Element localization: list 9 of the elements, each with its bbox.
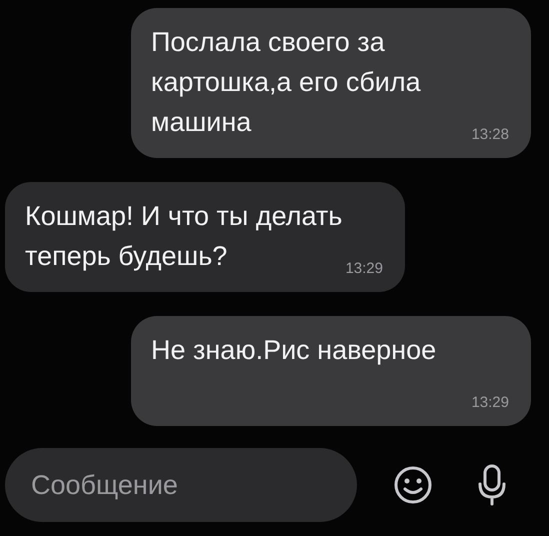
message-time: 13:29	[345, 260, 383, 278]
message-text: Послала своего за картошка,а его сбила машина	[151, 27, 421, 137]
message-time: 13:29	[471, 394, 509, 412]
message-input[interactable]: Сообщение	[5, 448, 357, 522]
message-time: 13:28	[471, 126, 509, 144]
message-text: Не знаю.Рис наверное	[151, 335, 436, 365]
microphone-icon[interactable]	[477, 463, 507, 507]
message-text: Кошмар! И что ты делать теперь будешь?	[25, 201, 342, 271]
emoji-icon[interactable]	[393, 465, 433, 505]
